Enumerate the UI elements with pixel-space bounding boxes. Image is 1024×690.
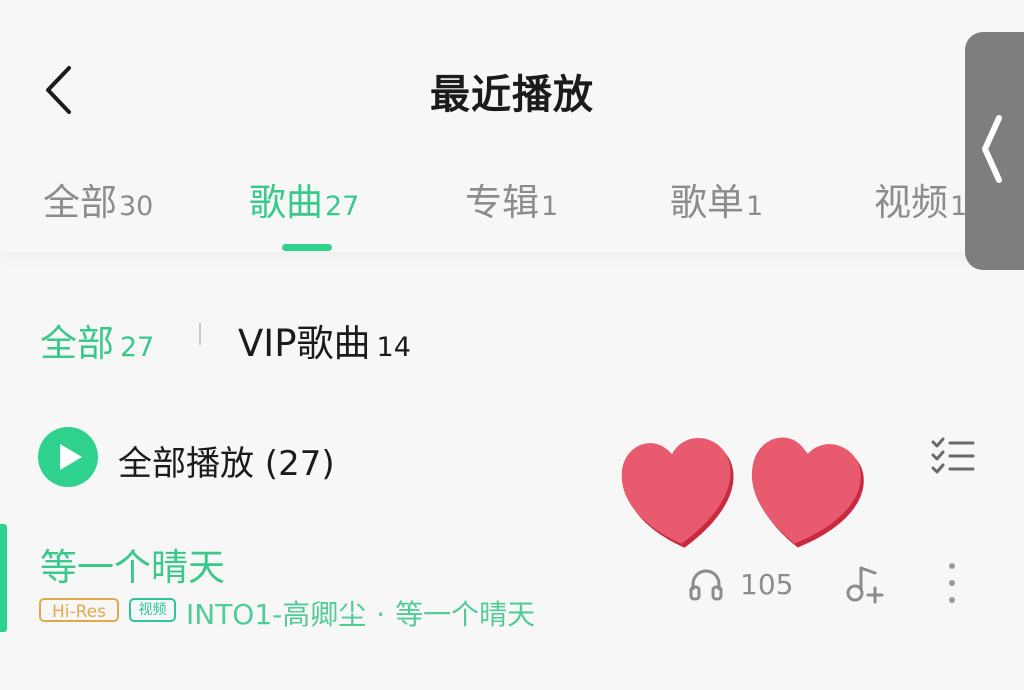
filter-label: 全部 [40, 322, 114, 365]
chevron-left-icon [982, 115, 1002, 183]
multi-select-button[interactable] [930, 436, 976, 480]
headphones-icon [688, 566, 724, 606]
filter-count: 14 [376, 332, 411, 363]
side-panel-handle[interactable] [965, 32, 1024, 270]
song-artist: INTO1-高卿尘 [186, 598, 367, 631]
tab-songs[interactable]: 歌曲27 [249, 172, 359, 226]
tab-label: 歌曲 [249, 181, 323, 224]
video-badge[interactable]: 视频 [129, 598, 176, 622]
play-circle [38, 427, 98, 487]
song-title[interactable]: 等一个晴天 [40, 537, 225, 591]
now-playing-indicator [0, 524, 7, 632]
song-album: 等一个晴天 [395, 598, 536, 631]
active-tab-indicator [282, 244, 332, 251]
tab-label: 视频 [874, 181, 948, 224]
page-title: 最近播放 [430, 72, 594, 118]
song-meta: INTO1-高卿尘 · 等一个晴天 [186, 593, 535, 633]
add-to-playlist-button[interactable] [845, 563, 887, 609]
filter-count: 27 [120, 332, 155, 363]
filter-vip-songs[interactable]: VIP歌曲 14 [238, 313, 411, 367]
tab-albums[interactable]: 专辑1 [465, 172, 558, 226]
hearts-sticker [614, 428, 874, 557]
top-header: 最近播放 全部30 歌曲27 专辑1 歌单1 视频1 [0, 0, 1024, 252]
play-icon [60, 444, 82, 470]
more-options-button[interactable] [942, 563, 962, 607]
hires-badge: Hi-Res [39, 598, 119, 622]
tab-all[interactable]: 全部30 [43, 172, 153, 226]
play-all-label: 全部播放 (27) [118, 444, 335, 484]
tab-label: 歌单 [670, 181, 744, 224]
filter-all[interactable]: 全部 27 [40, 313, 154, 367]
heart-icon [621, 437, 864, 548]
filter-label: VIP歌曲 [238, 322, 371, 365]
listen-count: 105 [740, 568, 794, 601]
meta-separator: · [376, 598, 386, 631]
tab-count: 1 [746, 191, 764, 222]
add-to-playlist-icon [846, 566, 884, 604]
tab-label: 全部 [43, 181, 117, 224]
more-dot [949, 597, 955, 603]
tab-videos[interactable]: 视频1 [874, 172, 967, 226]
tab-count: 30 [119, 191, 154, 222]
checklist-icon [931, 437, 975, 474]
filter-divider [199, 323, 201, 345]
tab-playlists[interactable]: 歌单1 [670, 172, 763, 226]
more-dot [949, 563, 955, 569]
more-dot [949, 580, 955, 586]
tab-label: 专辑 [465, 181, 539, 224]
tab-count: 1 [541, 191, 559, 222]
tab-count: 27 [325, 191, 360, 222]
